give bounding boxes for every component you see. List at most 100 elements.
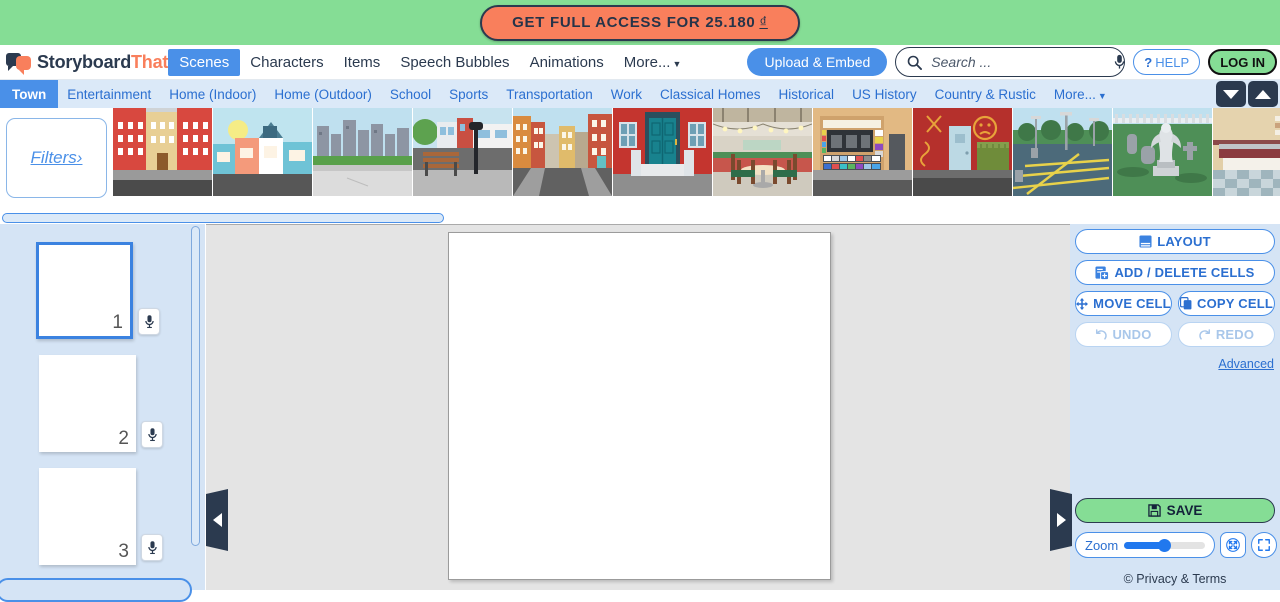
cell-microphone-button[interactable] xyxy=(141,421,163,448)
move-arrows-icon xyxy=(1076,297,1089,310)
chevron-down-icon: ▼ xyxy=(672,58,682,69)
redo-button[interactable]: REDO xyxy=(1178,322,1275,347)
scene-thumb-city-street-between-buildings[interactable] xyxy=(513,108,612,196)
storyboardthat-logo[interactable]: StoryboardThat xyxy=(6,51,168,75)
category-tab-town[interactable]: Town xyxy=(0,80,59,108)
category-tab-country-rustic[interactable]: Country & Rustic xyxy=(926,82,1045,107)
layout-button[interactable]: LAYOUT xyxy=(1075,229,1275,254)
redo-label: REDO xyxy=(1215,327,1255,342)
tools-panel: LAYOUT ADD / DELETE CELLS MOVE CELL COPY… xyxy=(1070,224,1280,590)
canvas-area[interactable] xyxy=(206,224,1070,590)
scene-thumb-diner-counter-interior[interactable] xyxy=(1213,108,1280,196)
category-tab-more[interactable]: More... ▼ xyxy=(1045,82,1116,107)
privacy-terms-link[interactable]: © Privacy & Terms xyxy=(1070,572,1280,586)
cell-thumbnail[interactable]: 2 xyxy=(39,355,136,452)
category-tab-classical-homes[interactable]: Classical Homes xyxy=(651,82,770,107)
category-tab-entertainment-label: Entertainment xyxy=(67,86,152,102)
cell-list-panel: 1 2 3 xyxy=(0,224,205,602)
zoom-slider-container[interactable]: Zoom xyxy=(1075,532,1215,558)
copy-cell-button[interactable]: COPY CELL xyxy=(1178,291,1275,316)
logo-text-primary: Storyboard xyxy=(37,51,132,72)
category-tab-town-label: Town xyxy=(12,86,47,102)
cell-action-row: MOVE CELL COPY CELL xyxy=(1075,291,1275,322)
scene-thumb-cafe-patio-with-string-lights[interactable] xyxy=(713,108,812,196)
cell-microphone-button[interactable] xyxy=(138,308,160,335)
nav-item-speech-bubbles[interactable]: Speech Bubbles xyxy=(390,50,519,75)
advanced-link[interactable]: Advanced xyxy=(1075,357,1274,371)
help-button[interactable]: ? HELP xyxy=(1133,49,1201,75)
cell-microphone-button[interactable] xyxy=(141,534,163,561)
save-button[interactable]: SAVE xyxy=(1075,498,1275,523)
cell-thumbnail[interactable]: 1 xyxy=(36,242,133,339)
cell-thumbnail[interactable]: 3 xyxy=(39,468,136,565)
scene-thumb-cemetery-with-angel-statue[interactable] xyxy=(1113,108,1212,196)
nav-item-animations[interactable]: Animations xyxy=(520,50,614,75)
zoom-slider-handle[interactable] xyxy=(1158,538,1172,552)
active-storyboard-cell[interactable] xyxy=(448,232,831,580)
search-input[interactable] xyxy=(931,54,1114,70)
zoom-controls: Zoom xyxy=(1075,532,1277,558)
category-tab-us-history[interactable]: US History xyxy=(843,82,926,107)
help-label: HELP xyxy=(1155,54,1190,70)
scene-thumb-empty-parking-lot[interactable] xyxy=(1013,108,1112,196)
filters-button[interactable]: Filters› xyxy=(6,118,107,198)
zoom-slider[interactable] xyxy=(1124,538,1205,552)
category-tab-home-indoor[interactable]: Home (Indoor) xyxy=(160,82,265,107)
scene-thumb-red-building-teal-front-door[interactable] xyxy=(613,108,712,196)
advanced-label: Advanced xyxy=(1218,357,1274,371)
category-tab-home-outdoor[interactable]: Home (Outdoor) xyxy=(265,82,381,107)
microphone-icon[interactable] xyxy=(1113,54,1126,70)
collapse-right-panel-handle[interactable] xyxy=(1050,489,1072,551)
scroll-up-button[interactable] xyxy=(1248,81,1278,107)
scroll-down-button[interactable] xyxy=(1216,81,1246,107)
category-tab-home-outdoor-label: Home (Outdoor) xyxy=(274,86,372,102)
scene-thumb-alley-door-with-graffiti-dumpster[interactable] xyxy=(913,108,1012,196)
category-tab-classical-homes-label: Classical Homes xyxy=(660,86,761,102)
category-tab-work[interactable]: Work xyxy=(602,82,651,107)
category-tab-home-indoor-label: Home (Indoor) xyxy=(169,86,257,102)
category-tab-entertainment[interactable]: Entertainment xyxy=(58,82,160,107)
scene-strip-scrollbar-thumb[interactable] xyxy=(2,213,444,223)
login-button[interactable]: LOG IN xyxy=(1208,49,1277,75)
search-bar[interactable] xyxy=(895,47,1126,77)
nav-item-more[interactable]: More... ▼ xyxy=(614,50,692,75)
category-tab-transportation[interactable]: Transportation xyxy=(497,82,602,107)
cell-list-scrollbar[interactable] xyxy=(191,226,200,546)
upload-and-embed-button[interactable]: Upload & Embed xyxy=(747,48,888,76)
scene-thumb-street-corner-with-bench-lamppost[interactable] xyxy=(413,108,512,196)
undo-button[interactable]: UNDO xyxy=(1075,322,1172,347)
category-tab-historical[interactable]: Historical xyxy=(770,82,844,107)
collapse-left-panel-handle[interactable] xyxy=(206,489,228,551)
fullscreen-button[interactable] xyxy=(1251,532,1277,558)
scene-thumb-row-of-brick-apartments[interactable] xyxy=(113,108,212,196)
layout-icon xyxy=(1139,235,1152,248)
scene-thumb-small-town-storefronts-sunny[interactable] xyxy=(213,108,312,196)
category-tab-school[interactable]: School xyxy=(381,82,440,107)
nav-item-more-label: More... xyxy=(623,53,671,71)
cell-list-item-1: 1 xyxy=(36,242,160,339)
cell-list-bottom-bar[interactable] xyxy=(0,578,192,602)
scene-strip-scrollbar-track[interactable] xyxy=(0,212,1280,224)
scene-thumb-city-skyline-from-rooftop[interactable] xyxy=(313,108,412,196)
layout-label: LAYOUT xyxy=(1157,234,1211,249)
cell-number: 3 xyxy=(118,541,129,562)
floppy-disk-icon xyxy=(1147,504,1161,517)
add-delete-cells-button[interactable]: ADD / DELETE CELLS xyxy=(1075,260,1275,285)
nav-item-scenes-label: Scenes xyxy=(179,53,230,71)
scene-thumb-convenience-store-counter[interactable] xyxy=(813,108,912,196)
nav-item-scenes[interactable]: Scenes xyxy=(168,48,241,76)
fit-to-screen-button[interactable] xyxy=(1220,532,1246,558)
nav-item-items[interactable]: Items xyxy=(334,50,391,75)
get-full-access-button[interactable]: GET FULL ACCESS FOR 25.180 ₫ xyxy=(480,4,800,41)
nav-item-characters[interactable]: Characters xyxy=(240,50,333,75)
move-cell-button[interactable]: MOVE CELL xyxy=(1075,291,1172,316)
chevron-down-icon: ▼ xyxy=(1097,90,1107,101)
main-navigation-bar: StoryboardThat Scenes Characters Items S… xyxy=(0,45,1280,80)
history-action-row: UNDO REDO xyxy=(1075,322,1275,353)
nav-item-speech-bubbles-label: Speech Bubbles xyxy=(400,53,510,71)
nav-item-items-label: Items xyxy=(343,53,381,71)
category-tab-sports[interactable]: Sports xyxy=(440,82,497,107)
category-tab-more-label: More... xyxy=(1053,86,1096,102)
cell-list-item-3: 3 xyxy=(39,468,163,565)
add-cell-icon xyxy=(1095,265,1110,280)
